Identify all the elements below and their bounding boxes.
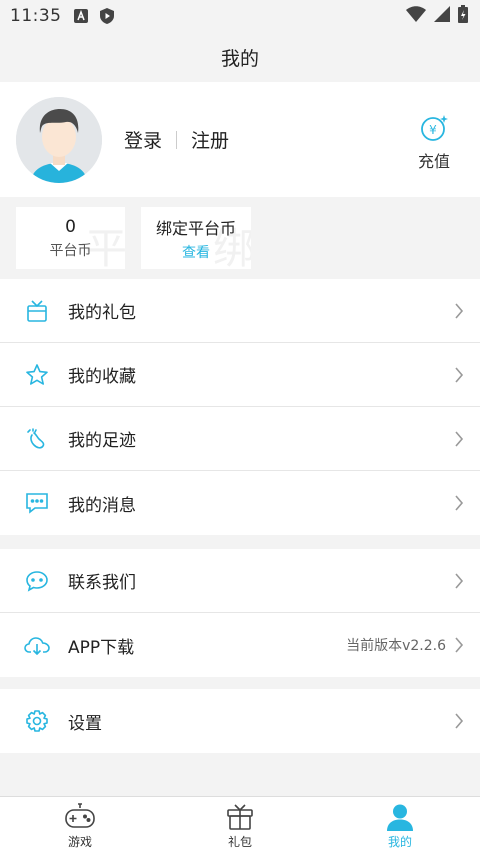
- chevron-right-icon: [452, 495, 466, 511]
- chat-icon: [24, 568, 50, 594]
- platform-coin-value: 0: [65, 216, 76, 237]
- signal-icon: [434, 6, 450, 26]
- gift-box-icon: [224, 802, 256, 832]
- bound-coin-card[interactable]: 绑 绑定平台币 查看: [141, 207, 251, 269]
- menu-item-settings[interactable]: 设置: [0, 689, 480, 753]
- menu-label: 我的礼包: [68, 303, 136, 323]
- gear-icon: [24, 708, 50, 734]
- menu-label: 我的消息: [68, 495, 136, 516]
- profile-card: 登录 注册 ¥ 充值: [0, 82, 480, 197]
- chevron-right-icon: [452, 302, 466, 319]
- tab-label: 我的: [387, 834, 412, 849]
- menu-item-contact[interactable]: 联系我们: [0, 549, 480, 613]
- status-icons: [406, 5, 468, 27]
- login-link[interactable]: 登录: [124, 126, 162, 153]
- page-title: 我的: [220, 47, 259, 70]
- currency-row: 平 0 平台币 绑 绑定平台币 查看: [0, 197, 480, 279]
- recharge-coin-icon: ¥: [420, 114, 448, 146]
- app-version-text: 当前版本v2.2.6: [346, 638, 446, 654]
- menu-label: APP下载: [68, 637, 135, 658]
- menu-item-app-download[interactable]: APP下载 当前版本v2.2.6: [0, 613, 480, 677]
- tab-mine[interactable]: 我的: [320, 797, 480, 854]
- menu-label: 联系我们: [68, 573, 136, 593]
- menu-item-footprints[interactable]: 我的足迹: [0, 407, 480, 471]
- avatar[interactable]: [16, 96, 102, 183]
- cloud-download-icon: [24, 632, 50, 658]
- menu-label: 我的足迹: [68, 431, 136, 451]
- recharge-label: 充值: [417, 152, 450, 171]
- wifi-icon: [406, 6, 426, 26]
- gift-icon: [24, 298, 50, 324]
- platform-coin-label: 平台币: [49, 242, 92, 259]
- register-link[interactable]: 注册: [191, 126, 229, 153]
- status-time: 11:35: [10, 6, 62, 26]
- menu-group-primary: 我的礼包 我的收藏 我的足迹 我的消息: [0, 279, 480, 535]
- chevron-right-icon: [452, 713, 466, 729]
- tab-label: 游戏: [67, 834, 92, 849]
- menu-item-gifts[interactable]: 我的礼包: [0, 279, 480, 343]
- tab-games[interactable]: 游戏: [0, 797, 160, 854]
- auth-divider: [176, 130, 178, 149]
- bound-coin-title: 绑定平台币: [155, 218, 236, 238]
- shield-play-icon: [99, 8, 114, 24]
- menu-label: 设置: [68, 713, 102, 734]
- gamepad-icon: [64, 802, 96, 832]
- menu-group-settings: 设置: [0, 689, 480, 753]
- menu-group-secondary: 联系我们 APP下载 当前版本v2.2.6: [0, 549, 480, 677]
- platform-coin-card[interactable]: 平 0 平台币: [16, 207, 125, 269]
- recharge-button[interactable]: ¥ 充值: [418, 114, 450, 172]
- tab-gifts[interactable]: 礼包: [160, 797, 320, 854]
- footprint-icon: [24, 426, 50, 452]
- header: 我的: [0, 32, 480, 82]
- message-icon: [24, 490, 50, 516]
- bound-coin-view-link[interactable]: 查看: [182, 242, 210, 262]
- bottom-tab-bar: 游戏 礼包 我的: [0, 796, 480, 854]
- menu-item-favorites[interactable]: 我的收藏: [0, 343, 480, 407]
- battery-icon: [458, 5, 468, 27]
- status-bar: 11:35: [0, 0, 480, 32]
- auth-links: 登录 注册: [124, 126, 229, 153]
- chevron-right-icon: [452, 572, 466, 589]
- menu-label: 我的收藏: [68, 367, 136, 387]
- user-icon: [384, 802, 416, 832]
- recharge-symbol: ¥: [429, 123, 437, 137]
- star-icon: [24, 362, 50, 388]
- chevron-right-icon: [452, 637, 466, 653]
- chevron-right-icon: [452, 366, 466, 383]
- notification-a-icon: [73, 9, 88, 23]
- tab-label: 礼包: [227, 834, 252, 849]
- menu-item-messages[interactable]: 我的消息: [0, 471, 480, 535]
- chevron-right-icon: [452, 430, 466, 447]
